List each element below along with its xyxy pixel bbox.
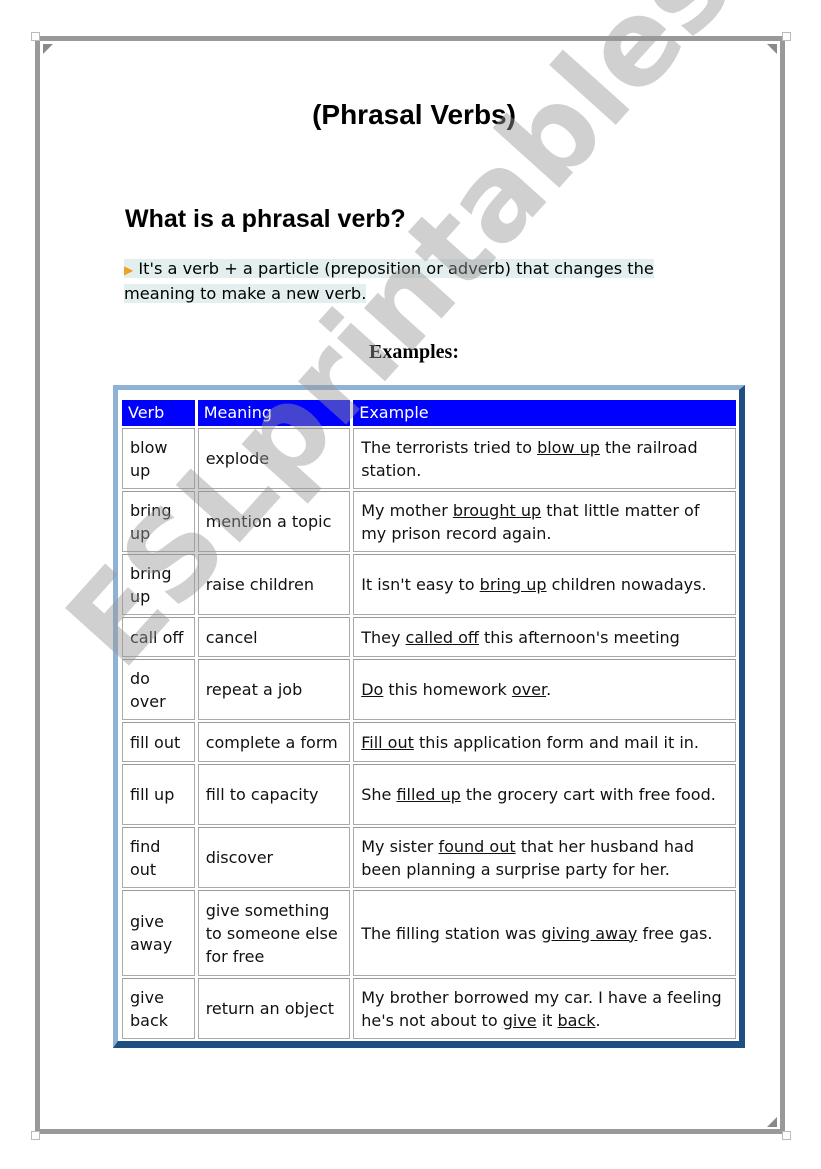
example-text: They xyxy=(361,627,406,647)
cell-meaning: fill to capacity xyxy=(197,764,351,825)
crop-mark-icon xyxy=(31,1131,40,1140)
examples-table-frame: Verb Meaning Example blow up explode The t… xyxy=(113,385,745,1048)
cell-example: My mother brought up that little matter … xyxy=(353,491,736,552)
cell-verb: fill up xyxy=(122,764,195,825)
examples-label: Examples: xyxy=(369,341,459,363)
phrasal-verb-highlight: back xyxy=(557,1010,596,1030)
header-meaning: Meaning xyxy=(197,400,351,426)
phrasal-verbs-table: Verb Meaning Example blow up explode The t… xyxy=(119,398,739,1041)
cell-meaning: give something to someone else for free xyxy=(197,890,351,976)
definition-paragraph: ▶ It's a verb + a particle (preposition … xyxy=(124,257,694,305)
header-verb: Verb xyxy=(122,400,195,426)
phrasal-verb-highlight: giving away xyxy=(541,923,638,943)
cell-example: The filling station was giving away free… xyxy=(353,890,736,976)
corner-triangle-icon xyxy=(43,44,53,54)
table-row: give back return an object My brother borr… xyxy=(122,978,736,1039)
cell-verb: call off xyxy=(122,617,195,657)
cell-example: The terrorists tried to blow up the rail… xyxy=(353,428,736,489)
header-example: Example xyxy=(353,400,736,426)
example-text: . xyxy=(546,680,552,699)
cell-verb: fill out xyxy=(122,722,195,762)
table-row: call off cancel They called off this after… xyxy=(122,617,736,657)
cell-meaning: repeat a job xyxy=(197,659,351,720)
example-text: free gas. xyxy=(637,923,713,943)
phrasal-verb-highlight: Fill out xyxy=(361,732,414,752)
example-text: this afternoon's meeting xyxy=(478,627,680,647)
cell-verb: bring up xyxy=(122,554,195,615)
cell-meaning: explode xyxy=(197,428,351,489)
cell-example: My brother borrowed my car. I have a fee… xyxy=(353,978,736,1039)
cell-example: It isn't easy to bring up children nowad… xyxy=(353,554,736,615)
example-text: My sister xyxy=(361,836,439,856)
cell-verb: blow up xyxy=(122,428,195,489)
cell-meaning: mention a topic xyxy=(197,491,351,552)
corner-triangle-icon xyxy=(767,44,777,54)
phrasal-verb-highlight: bring up xyxy=(479,575,547,594)
page-title: (Phrasal Verbs) xyxy=(312,99,516,130)
phrasal-verb-highlight: blow up xyxy=(537,437,600,457)
cell-verb: give away xyxy=(122,890,195,976)
example-text: this application form and mail it in. xyxy=(413,732,700,752)
cell-meaning: raise children xyxy=(197,554,351,615)
cell-example: She filled up the grocery cart with free… xyxy=(353,764,736,825)
phrasal-verb-highlight: Do xyxy=(361,680,384,699)
cell-verb: do over xyxy=(122,659,195,720)
cell-verb: give back xyxy=(122,978,195,1039)
table-row: find out discover My sister found out that… xyxy=(122,827,736,888)
cell-meaning: cancel xyxy=(197,617,351,657)
example-text: . xyxy=(595,1010,601,1030)
crop-mark-icon xyxy=(782,32,791,41)
table-header-row: Verb Meaning Example xyxy=(122,400,736,426)
example-text: She xyxy=(361,785,397,804)
cell-example: My sister found out that her husband had… xyxy=(353,827,736,888)
example-text: The terrorists tried to xyxy=(361,437,538,457)
example-text: children nowadays. xyxy=(546,575,707,594)
crop-mark-icon xyxy=(31,32,40,41)
example-text: it xyxy=(536,1010,558,1030)
table-row: bring up raise children It isn't easy to b… xyxy=(122,554,736,615)
definition-text: It's a verb + a particle (preposition or… xyxy=(124,259,654,303)
example-text: this homework xyxy=(383,680,512,699)
phrasal-verb-highlight: found out xyxy=(438,836,516,856)
example-text: The filling station was xyxy=(361,923,542,943)
cell-example: Do this homework over. xyxy=(353,659,736,720)
phrasal-verb-highlight: filled up xyxy=(396,785,461,804)
cell-example: Fill out this application form and mail … xyxy=(353,722,736,762)
table-row: give away give something to someone else … xyxy=(122,890,736,976)
table-row: fill out complete a form Fill out this app… xyxy=(122,722,736,762)
cell-meaning: return an object xyxy=(197,978,351,1039)
table-row: fill up fill to capacity She filled up the… xyxy=(122,764,736,825)
table-row: do over repeat a job Do this homework over… xyxy=(122,659,736,720)
example-text: It isn't easy to xyxy=(361,575,480,594)
cell-verb: find out xyxy=(122,827,195,888)
table-row: blow up explode The terrorists tried to bl… xyxy=(122,428,736,489)
table-row: bring up mention a topic My mother brought… xyxy=(122,491,736,552)
cell-meaning: discover xyxy=(197,827,351,888)
section-heading: What is a phrasal verb? xyxy=(125,205,406,233)
crop-mark-icon xyxy=(782,1131,791,1140)
cell-example: They called off this afternoon's meeting xyxy=(353,617,736,657)
cell-verb: bring up xyxy=(122,491,195,552)
cell-meaning: complete a form xyxy=(197,722,351,762)
example-text: the grocery cart with free food. xyxy=(460,785,716,804)
phrasal-verb-highlight: brought up xyxy=(452,500,542,520)
phrasal-verb-highlight: over xyxy=(511,680,547,699)
orange-triangle-bullet-icon: ▶ xyxy=(124,263,134,277)
phrasal-verb-highlight: give xyxy=(502,1010,537,1030)
example-text: My mother xyxy=(361,500,453,520)
corner-triangle-icon xyxy=(767,1117,777,1127)
phrasal-verb-highlight: called off xyxy=(405,627,479,647)
